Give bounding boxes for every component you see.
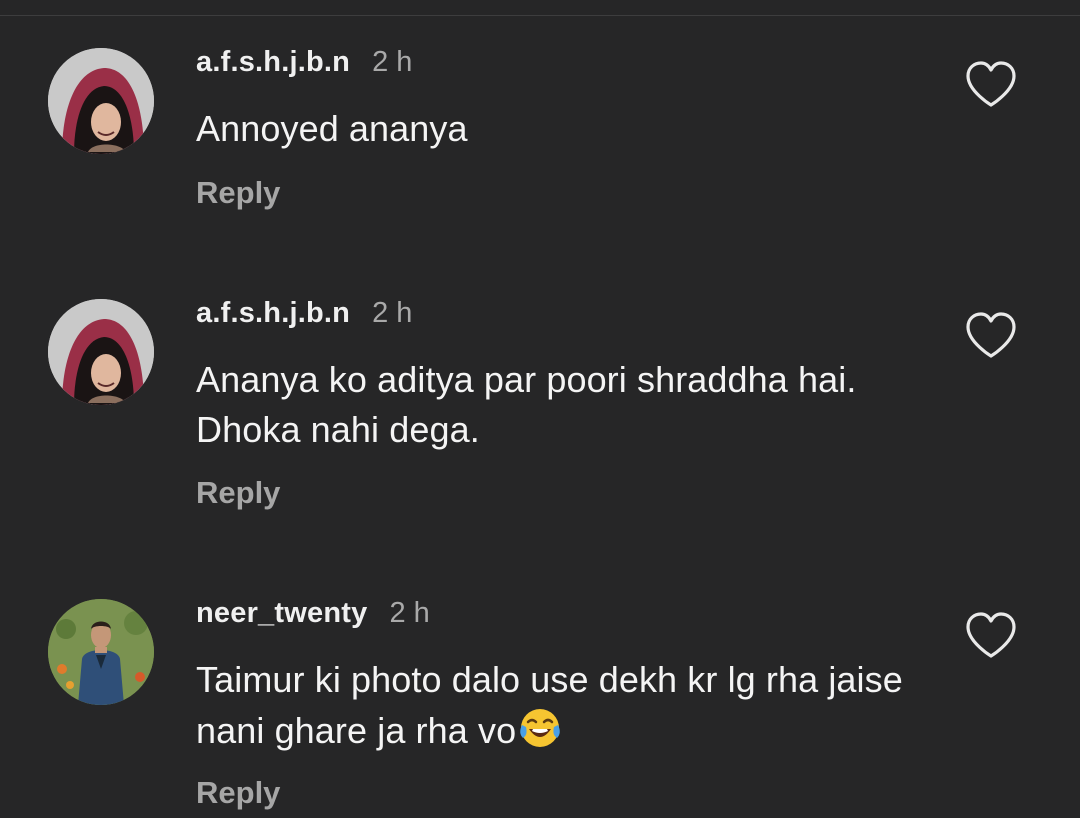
comment-meta: a.f.s.h.j.b.n 2 h xyxy=(196,46,412,80)
comment-meta: neer_twenty 2 h xyxy=(196,597,430,631)
reply-button[interactable]: Reply xyxy=(196,475,280,511)
comment-meta: a.f.s.h.j.b.n 2 h xyxy=(196,297,412,331)
heart-outline-icon xyxy=(966,312,1016,358)
username[interactable]: neer_twenty xyxy=(196,597,367,630)
username[interactable]: a.f.s.h.j.b.n xyxy=(196,46,350,79)
top-divider xyxy=(0,15,1080,16)
avatar[interactable] xyxy=(48,48,154,154)
heart-outline-icon xyxy=(966,612,1016,658)
reply-button[interactable]: Reply xyxy=(196,775,280,811)
comment-text: Ananya ko aditya par poori shraddha hai.… xyxy=(196,359,857,450)
like-button[interactable] xyxy=(964,311,1018,361)
heart-outline-icon xyxy=(966,61,1016,107)
comment-text: Annoyed ananya xyxy=(196,108,468,149)
avatar-man-image xyxy=(48,599,154,705)
avatar-woman-image xyxy=(48,48,154,154)
face-with-tears-of-joy-emoji xyxy=(520,709,560,747)
comment-text: Taimur ki photo dalo use dekh kr lg rha … xyxy=(196,655,926,756)
reply-button[interactable]: Reply xyxy=(196,175,280,211)
timestamp: 2 h xyxy=(372,46,413,78)
username[interactable]: a.f.s.h.j.b.n xyxy=(196,297,350,330)
like-button[interactable] xyxy=(964,611,1018,661)
like-button[interactable] xyxy=(964,60,1018,110)
avatar-woman-image xyxy=(48,299,154,405)
avatar[interactable] xyxy=(48,299,154,405)
avatar[interactable] xyxy=(48,599,154,705)
timestamp: 2 h xyxy=(372,297,413,329)
timestamp: 2 h xyxy=(389,597,430,629)
